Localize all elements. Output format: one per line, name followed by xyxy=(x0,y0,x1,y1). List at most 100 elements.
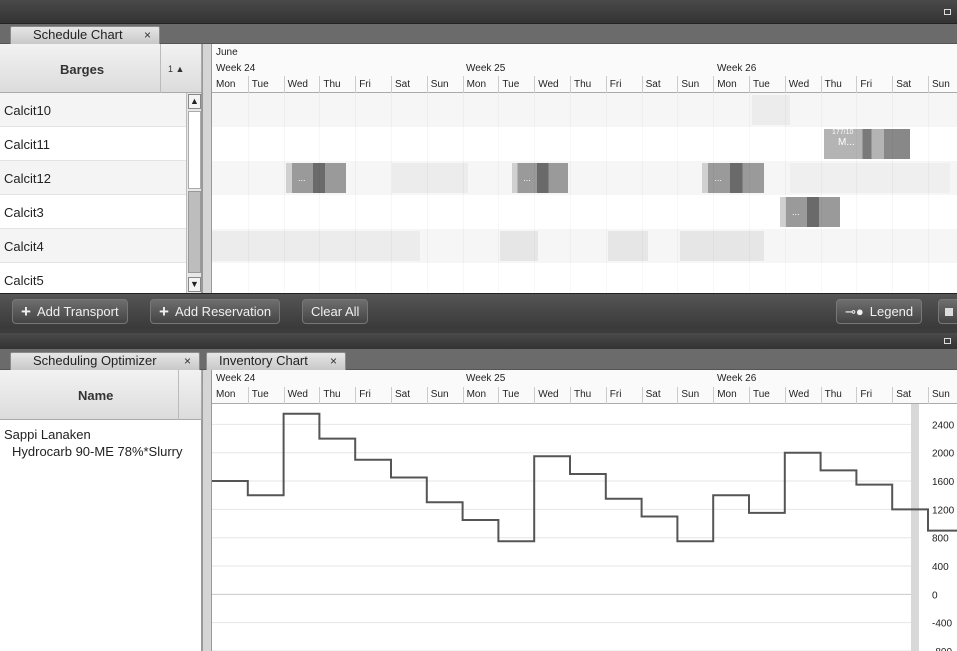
schedule-block[interactable] xyxy=(790,163,950,193)
barge-row[interactable]: Calcit4 xyxy=(0,229,186,263)
name-column-header[interactable]: Name xyxy=(0,370,202,420)
inventory-chart: 280024002000160012008004000-400-800 xyxy=(212,404,957,651)
maximize-icon[interactable] xyxy=(944,9,951,15)
day-divider xyxy=(426,76,428,93)
scrollbar-track-lower[interactable] xyxy=(188,191,201,273)
day-divider xyxy=(498,387,500,404)
inventory-series-line xyxy=(212,412,957,543)
legend-label: Legend xyxy=(869,304,914,319)
day-label: Fri xyxy=(860,389,873,400)
day-divider xyxy=(534,387,536,404)
tab-scheduling-optimizer[interactable]: Scheduling Optimizer × xyxy=(10,352,200,370)
day-divider xyxy=(570,76,571,93)
clear-all-button[interactable]: Clear All xyxy=(302,299,369,324)
bottom-tab-strip: Scheduling Optimizer × Inventory Chart × xyxy=(0,349,957,370)
add-transport-button[interactable]: + Add Transport xyxy=(12,299,128,324)
y-tick-label: 1200 xyxy=(932,505,955,516)
day-label: Fri xyxy=(359,389,371,400)
day-divider xyxy=(319,76,321,93)
tab-schedule-chart[interactable]: Schedule Chart × xyxy=(10,26,160,44)
grid-divider xyxy=(319,93,320,293)
day-label: Sun xyxy=(932,389,950,400)
inventory-point xyxy=(749,512,785,514)
grid-divider xyxy=(713,93,714,293)
app: Schedule Chart × Barges 1 ▲ Calcit10 Calc… xyxy=(0,0,957,651)
grid-divider xyxy=(391,93,392,293)
location-label[interactable]: Sappi Lanaken xyxy=(4,427,91,442)
close-icon[interactable]: × xyxy=(184,353,191,369)
schedule-block[interactable]: ... xyxy=(780,197,840,227)
scrollbar-thumb[interactable] xyxy=(188,111,201,189)
barge-row[interactable]: Calcit3 xyxy=(0,195,186,229)
day-label: Thu xyxy=(323,389,341,400)
day-divider xyxy=(319,387,321,404)
schedule-row[interactable] xyxy=(212,263,957,293)
inventory-point xyxy=(821,469,857,471)
day-divider xyxy=(892,387,894,404)
day-label: Fri xyxy=(609,389,622,400)
schedule-block[interactable]: ... xyxy=(512,163,568,193)
close-icon[interactable]: × xyxy=(330,353,337,369)
day-divider xyxy=(605,387,607,404)
inventory-calendar-header: Week 24 Week 25 Week 26 Mon Tue Wed Thu Fri Sat S… xyxy=(212,370,957,404)
day-divider xyxy=(784,76,786,93)
tab-inventory-chart[interactable]: Inventory Chart × xyxy=(206,352,346,370)
day-label: Wed xyxy=(287,79,308,90)
schedule-window: Schedule Chart × Barges 1 ▲ Calcit10 Calc… xyxy=(0,0,957,333)
legend-button[interactable]: ⊸● Legend xyxy=(836,299,923,324)
grid-divider xyxy=(355,93,356,293)
schedule-block[interactable]: 177/10 M... xyxy=(824,129,910,159)
schedule-grid[interactable]: 177/10 M............... xyxy=(212,93,957,293)
inventory-point xyxy=(677,540,713,542)
schedule-row[interactable] xyxy=(212,93,957,127)
schedule-block[interactable]: ... xyxy=(286,163,346,193)
pane-splitter[interactable] xyxy=(202,44,212,293)
day-divider xyxy=(534,76,536,93)
barge-row[interactable]: Calcit12 xyxy=(0,161,186,195)
schedule-block[interactable] xyxy=(680,231,764,261)
inventory-chart-svg: 280024002000160012008004000-400-800 xyxy=(212,404,957,651)
day-divider xyxy=(820,76,822,93)
day-label: Sun xyxy=(430,79,449,90)
sort-indicator[interactable]: 1 ▲ xyxy=(168,64,184,74)
tab-strip: Schedule Chart × xyxy=(0,24,957,44)
grid-divider xyxy=(928,93,929,293)
add-reservation-button[interactable]: + Add Reservation xyxy=(150,299,281,324)
close-icon[interactable]: × xyxy=(144,27,151,43)
inventory-point xyxy=(391,477,427,479)
plus-icon: + xyxy=(21,302,31,321)
grid-divider xyxy=(749,93,750,293)
block-label: ... xyxy=(792,207,800,217)
pane-splitter[interactable] xyxy=(202,370,212,651)
barge-row[interactable]: Calcit10 xyxy=(0,93,186,127)
barges-header-label: Barges xyxy=(60,62,105,77)
day-divider xyxy=(641,387,643,404)
product-label[interactable]: Hydrocarb 90-ME 78%*Slurry xyxy=(12,444,183,459)
week-label: Week 24 xyxy=(216,63,256,74)
grid-divider xyxy=(892,93,893,293)
schedule-block[interactable]: ... xyxy=(702,163,764,193)
schedule-block[interactable] xyxy=(212,231,420,261)
inventory-point xyxy=(785,452,821,454)
day-divider xyxy=(856,387,858,404)
plus-icon: + xyxy=(159,302,169,321)
week-label: Week 25 xyxy=(466,63,506,74)
grid-divider xyxy=(570,93,571,293)
barge-row[interactable]: Calcit5 xyxy=(0,263,186,297)
day-label: Wed xyxy=(287,389,308,400)
maximize-icon[interactable] xyxy=(944,338,951,344)
schedule-row[interactable] xyxy=(212,195,957,229)
scroll-down-arrow-icon[interactable]: ▼ xyxy=(188,277,201,292)
day-label: Sun xyxy=(430,389,449,400)
schedule-block[interactable] xyxy=(500,231,538,261)
calendar-header: June Week 24 Week 25 Week 26 Mon Tue Wed Thu Fr… xyxy=(212,44,957,93)
schedule-block[interactable] xyxy=(392,163,468,193)
barges-column-header[interactable]: Barges 1 ▲ xyxy=(0,44,202,93)
barge-row[interactable]: Calcit11 xyxy=(0,127,186,161)
scroll-up-arrow-icon[interactable]: ▲ xyxy=(188,94,201,109)
toggle-button[interactable] xyxy=(938,299,957,324)
grid-divider xyxy=(427,93,428,293)
vertical-scrollbar[interactable]: ▲ ▼ xyxy=(186,93,202,293)
grid-divider xyxy=(463,93,464,293)
day-divider xyxy=(498,76,500,93)
